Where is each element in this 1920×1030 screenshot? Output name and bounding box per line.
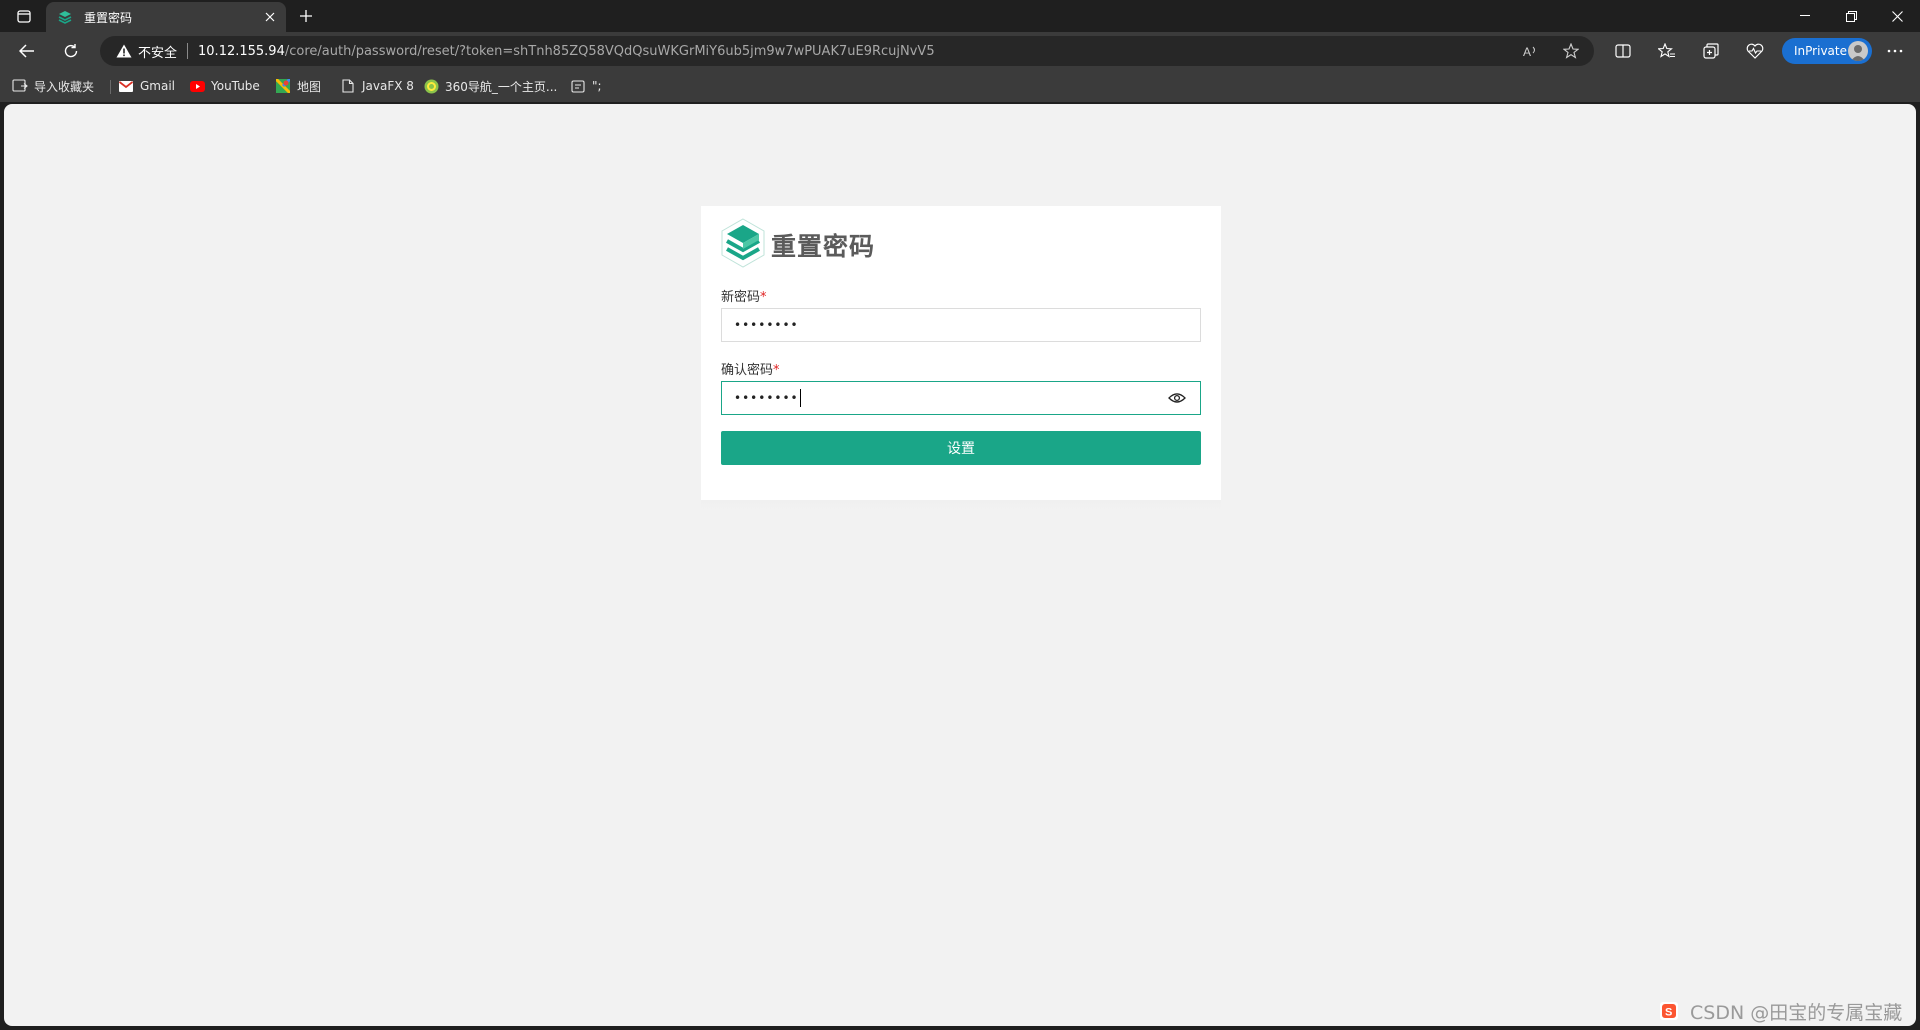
page-icon	[340, 78, 356, 94]
bookmark-label: YouTube	[211, 79, 260, 93]
gmail-icon	[118, 78, 134, 94]
read-aloud-icon[interactable]: A	[1520, 41, 1542, 61]
new-password-label: 新密码*	[721, 286, 767, 305]
brand-logo-icon	[721, 218, 765, 272]
more-menu-icon[interactable]	[1880, 37, 1910, 65]
svg-text:S: S	[1665, 1007, 1672, 1019]
browser-toolbar: 不安全 10.12.155.94/core/auth/password/rese…	[0, 32, 1920, 70]
inprivate-button[interactable]: InPrivate	[1782, 38, 1872, 64]
split-screen-icon[interactable]	[1608, 37, 1638, 65]
svg-text:A: A	[1523, 45, 1531, 58]
import-icon	[12, 78, 28, 94]
watermark-text: CSDN @田宝的专属宝藏	[1690, 1001, 1903, 1024]
confirm-password-field[interactable]: ••••••••	[721, 381, 1201, 415]
card-shadow	[701, 500, 1221, 512]
card-header: 重置密码	[721, 218, 876, 272]
new-password-label-text: 新密码	[721, 290, 761, 305]
bookmark-javafx[interactable]: JavaFX 8	[340, 76, 414, 96]
restore-icon[interactable]	[1828, 0, 1874, 32]
collections-icon[interactable]	[1696, 37, 1726, 65]
bookmark-360[interactable]: 360导航_一个主页...	[423, 76, 557, 96]
new-password-value: ••••••••	[734, 318, 799, 332]
youtube-icon	[189, 78, 205, 94]
bookmark-label: Gmail	[140, 79, 176, 93]
favorites-icon[interactable]	[1652, 37, 1682, 65]
tab-actions-icon[interactable]	[12, 6, 36, 26]
page-title: 重置密码	[771, 232, 876, 261]
back-icon[interactable]	[12, 37, 42, 65]
csdn-watermark: S CSDN @田宝的专属宝藏	[1660, 1000, 1903, 1024]
bookmark-youtube[interactable]: YouTube	[189, 76, 260, 96]
security-label[interactable]: 不安全	[138, 42, 177, 61]
tab-close-icon[interactable]	[258, 5, 282, 29]
active-tab[interactable]: 重置密码	[46, 2, 286, 32]
bookmark-label: JavaFX 8	[362, 79, 414, 93]
bookmark-label: 地图	[297, 79, 322, 94]
confirm-password-label: 确认密码*	[721, 359, 780, 378]
bookmark-form[interactable]: ";	[570, 76, 602, 96]
confirm-password-value: ••••••••	[734, 391, 799, 405]
bookmark-divider	[110, 80, 111, 94]
tab-title: 重置密码	[84, 10, 133, 25]
show-password-eye-icon[interactable]	[1168, 390, 1186, 406]
reset-password-card: 重置密码 新密码* •••••••• 确认密码* •••••••• 设置	[701, 206, 1221, 500]
tab-strip: 重置密码	[0, 0, 1920, 32]
avatar	[1848, 41, 1868, 61]
required-mark: *	[760, 290, 767, 305]
text-caret	[799, 389, 801, 407]
refresh-icon[interactable]	[56, 37, 86, 65]
url-path: /core/auth/password/reset/?token=shTnh85…	[284, 43, 935, 59]
browser-essentials-icon[interactable]	[1740, 37, 1770, 65]
360-icon	[423, 78, 439, 94]
maps-icon	[275, 78, 291, 94]
bookmarks-bar: 导入收藏夹 Gmail YouTube 地图 JavaFX 8 360导航_一个…	[0, 70, 1920, 102]
bookmark-maps[interactable]: 地图	[275, 76, 321, 96]
bookmark-import[interactable]: 导入收藏夹	[12, 76, 94, 96]
bookmark-label: 360导航_一个主页...	[445, 79, 558, 94]
bookmark-label: ";	[592, 79, 602, 93]
inprivate-label: InPrivate	[1794, 44, 1847, 58]
page-viewport: 重置密码 新密码* •••••••• 确认密码* •••••••• 设置	[4, 104, 1916, 1026]
required-mark: *	[773, 363, 780, 378]
close-window-icon[interactable]	[1874, 0, 1920, 32]
set-password-button[interactable]: 设置	[721, 431, 1201, 465]
csdn-logo-icon: S	[1660, 1002, 1678, 1020]
bookmark-gmail[interactable]: Gmail	[118, 76, 175, 96]
url-host: 10.12.155.94	[198, 43, 285, 59]
site-favicon-icon	[58, 9, 74, 25]
confirm-password-label-text: 确认密码	[721, 363, 774, 378]
minimize-icon[interactable]	[1782, 0, 1828, 32]
warning-icon[interactable]	[116, 44, 132, 58]
form-icon	[570, 78, 586, 94]
address-bar[interactable]: 不安全 10.12.155.94/core/auth/password/rese…	[100, 36, 1594, 66]
address-divider	[187, 43, 189, 59]
new-tab-icon[interactable]	[292, 4, 320, 28]
bookmark-label: 导入收藏夹	[34, 79, 95, 94]
new-password-field[interactable]: ••••••••	[721, 308, 1201, 342]
favorite-star-icon[interactable]	[1560, 41, 1582, 61]
